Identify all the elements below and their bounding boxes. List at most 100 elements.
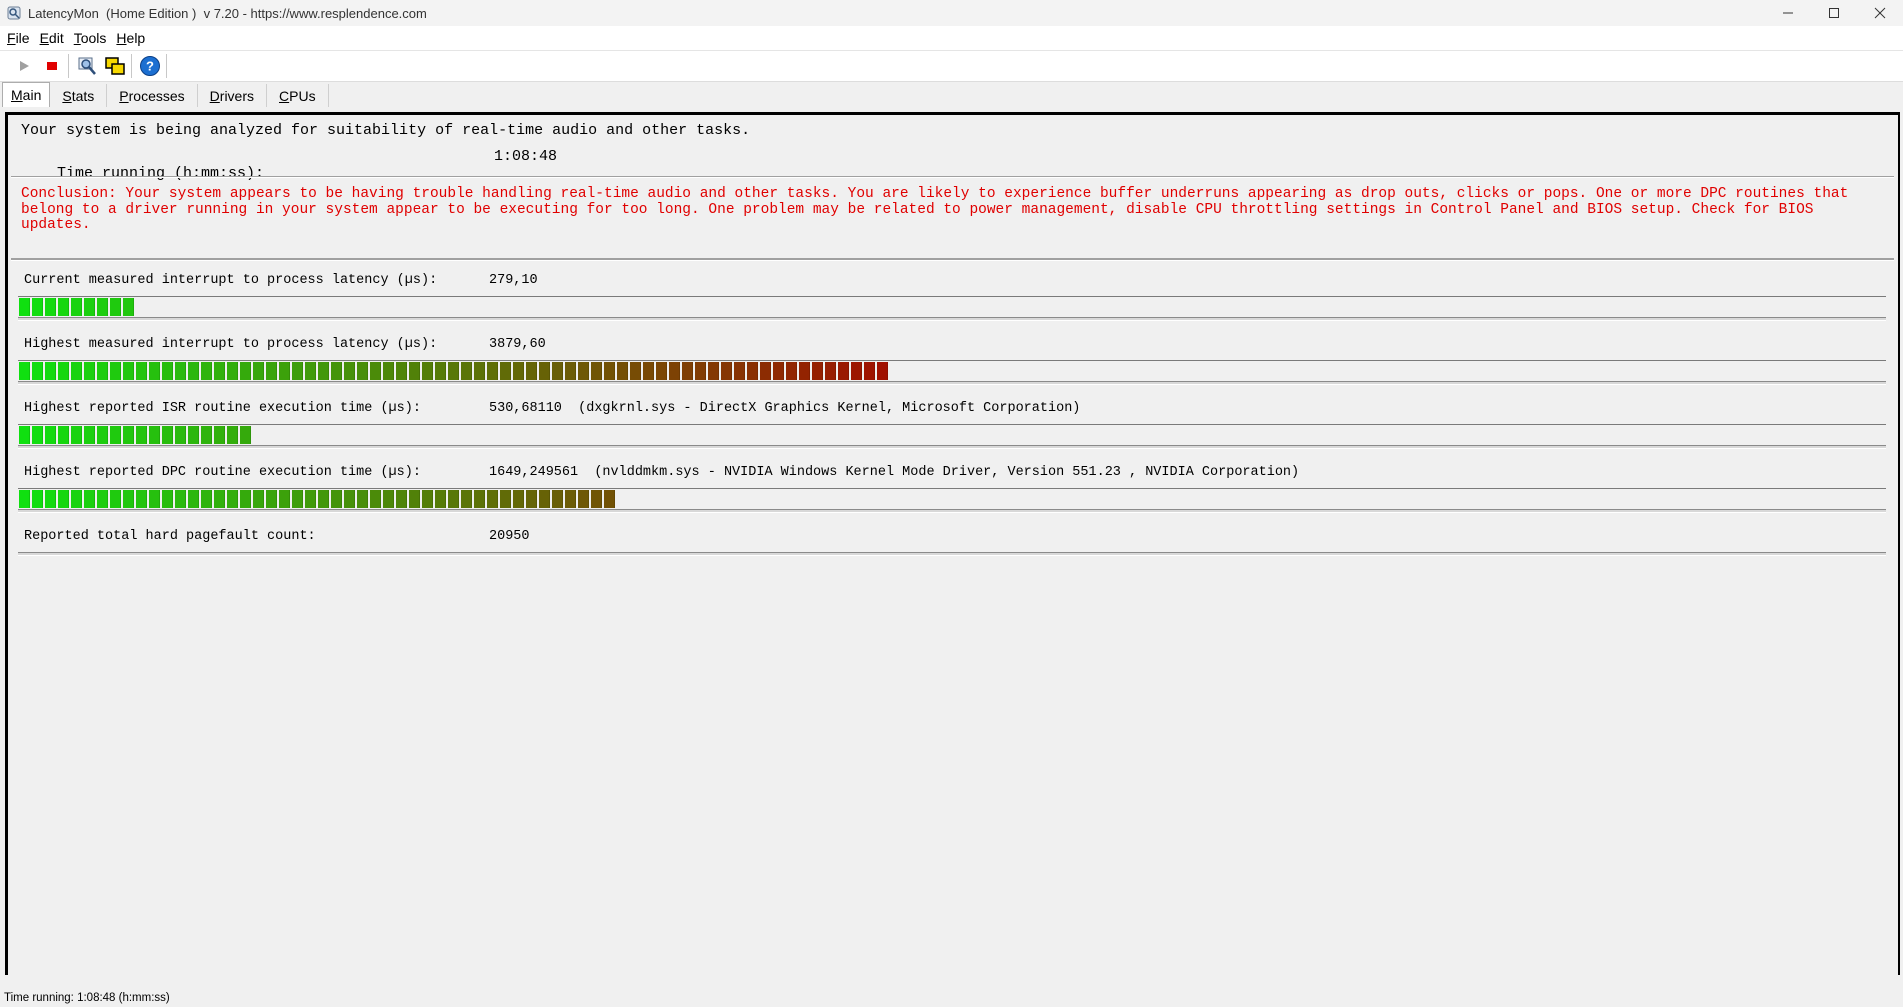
bar-segment xyxy=(123,426,134,444)
bar-segment xyxy=(253,362,264,380)
bar-segment xyxy=(201,362,212,380)
bar-segment xyxy=(292,362,303,380)
bar-segment xyxy=(669,362,680,380)
bar-segment xyxy=(513,362,524,380)
bar-segment xyxy=(188,362,199,380)
metric-value: 279,10 xyxy=(489,273,538,288)
bar-segment xyxy=(227,426,238,444)
menu-file[interactable]: File xyxy=(0,30,37,46)
analysis-intro: Your system is being analyzed for suitab… xyxy=(21,122,751,139)
bar-segment xyxy=(331,362,342,380)
bar-segment xyxy=(474,362,485,380)
bar-segment xyxy=(461,490,472,508)
bar-segment xyxy=(383,490,394,508)
latency-bar xyxy=(19,426,253,444)
conclusion-text: Conclusion: Your system appears to be ha… xyxy=(21,186,1849,233)
menu-bar: File Edit Tools Help xyxy=(0,26,1903,51)
metric-value: 20950 xyxy=(489,529,530,544)
bar-segment xyxy=(604,490,615,508)
bar-segment xyxy=(97,490,108,508)
bar-segment xyxy=(84,298,95,316)
bar-segment xyxy=(526,362,537,380)
bar-segment xyxy=(84,426,95,444)
bar-segment xyxy=(19,490,30,508)
menu-help[interactable]: Help xyxy=(109,30,152,46)
bar-segment xyxy=(253,490,264,508)
bar-segment xyxy=(318,362,329,380)
bar-segment xyxy=(19,362,30,380)
play-icon xyxy=(20,61,29,71)
maximize-button[interactable] xyxy=(1811,0,1857,26)
stop-icon xyxy=(47,62,57,70)
bar-segment xyxy=(240,490,251,508)
bar-segment xyxy=(734,362,745,380)
bar-segment xyxy=(45,426,56,444)
bar-segment xyxy=(58,426,69,444)
bar-segment xyxy=(71,426,82,444)
close-icon xyxy=(1874,7,1886,19)
bar-segment xyxy=(84,490,95,508)
bar-segment xyxy=(539,362,550,380)
bar-segment xyxy=(84,362,95,380)
bar-segment xyxy=(45,298,56,316)
close-button[interactable] xyxy=(1857,0,1903,26)
bar-segment xyxy=(487,490,498,508)
bar-segment xyxy=(305,490,316,508)
inspect-button[interactable] xyxy=(74,53,100,79)
tab-drivers[interactable]: Drivers xyxy=(198,84,268,107)
window-title: LatencyMon (Home Edition ) v 7.20 - http… xyxy=(28,5,427,21)
bar-segment xyxy=(838,362,849,380)
bar-segment xyxy=(162,426,173,444)
inspect-icon xyxy=(78,57,96,75)
start-button[interactable] xyxy=(11,53,37,79)
bar-segment xyxy=(513,490,524,508)
bar-segment xyxy=(162,362,173,380)
main-panel: Your system is being analyzed for suitab… xyxy=(5,112,1900,975)
bar-segment xyxy=(136,362,147,380)
title-bar: LatencyMon (Home Edition ) v 7.20 - http… xyxy=(0,0,1903,26)
bar-segment xyxy=(175,362,186,380)
bar-segment xyxy=(45,362,56,380)
bar-segment xyxy=(773,362,784,380)
copy-windows-button[interactable] xyxy=(102,53,128,79)
bar-segment xyxy=(552,490,563,508)
tab-main[interactable]: Main xyxy=(2,82,51,107)
bar-segment xyxy=(331,490,342,508)
bar-segment xyxy=(266,490,277,508)
minimize-button[interactable] xyxy=(1765,0,1811,26)
bar-segment xyxy=(370,490,381,508)
time-running-label: Time running (h:mm:ss): xyxy=(57,165,265,182)
toolbar: ? xyxy=(0,51,1903,82)
latency-bar xyxy=(19,490,617,508)
bar-segment xyxy=(162,490,173,508)
tab-stats[interactable]: Stats xyxy=(50,84,108,107)
metric-label: Highest measured interrupt to process la… xyxy=(24,337,438,352)
bar-segment xyxy=(123,362,134,380)
stop-button[interactable] xyxy=(39,53,65,79)
bar-segment xyxy=(240,426,251,444)
bar-segment xyxy=(604,362,615,380)
bar-segment xyxy=(266,362,277,380)
bar-segment xyxy=(110,490,121,508)
bar-segment xyxy=(97,298,108,316)
bar-segment xyxy=(591,362,602,380)
tab-cpus[interactable]: CPUs xyxy=(267,84,329,107)
bar-segment xyxy=(435,490,446,508)
menu-edit[interactable]: Edit xyxy=(33,30,71,46)
bar-segment xyxy=(110,426,121,444)
menu-tools[interactable]: Tools xyxy=(67,30,114,46)
bar-segment xyxy=(188,426,199,444)
bar-segment xyxy=(396,362,407,380)
bar-segment xyxy=(786,362,797,380)
bar-segment xyxy=(32,490,43,508)
bar-segment xyxy=(630,362,641,380)
tab-processes[interactable]: Processes xyxy=(107,84,198,107)
bar-segment xyxy=(422,362,433,380)
bar-segment xyxy=(708,362,719,380)
bar-segment xyxy=(279,490,290,508)
help-button[interactable]: ? xyxy=(137,53,163,79)
bar-segment xyxy=(305,362,316,380)
bar-segment xyxy=(357,362,368,380)
metric-isr-time: Highest reported ISR routine execution t… xyxy=(8,401,1894,465)
minimize-icon xyxy=(1783,12,1793,14)
